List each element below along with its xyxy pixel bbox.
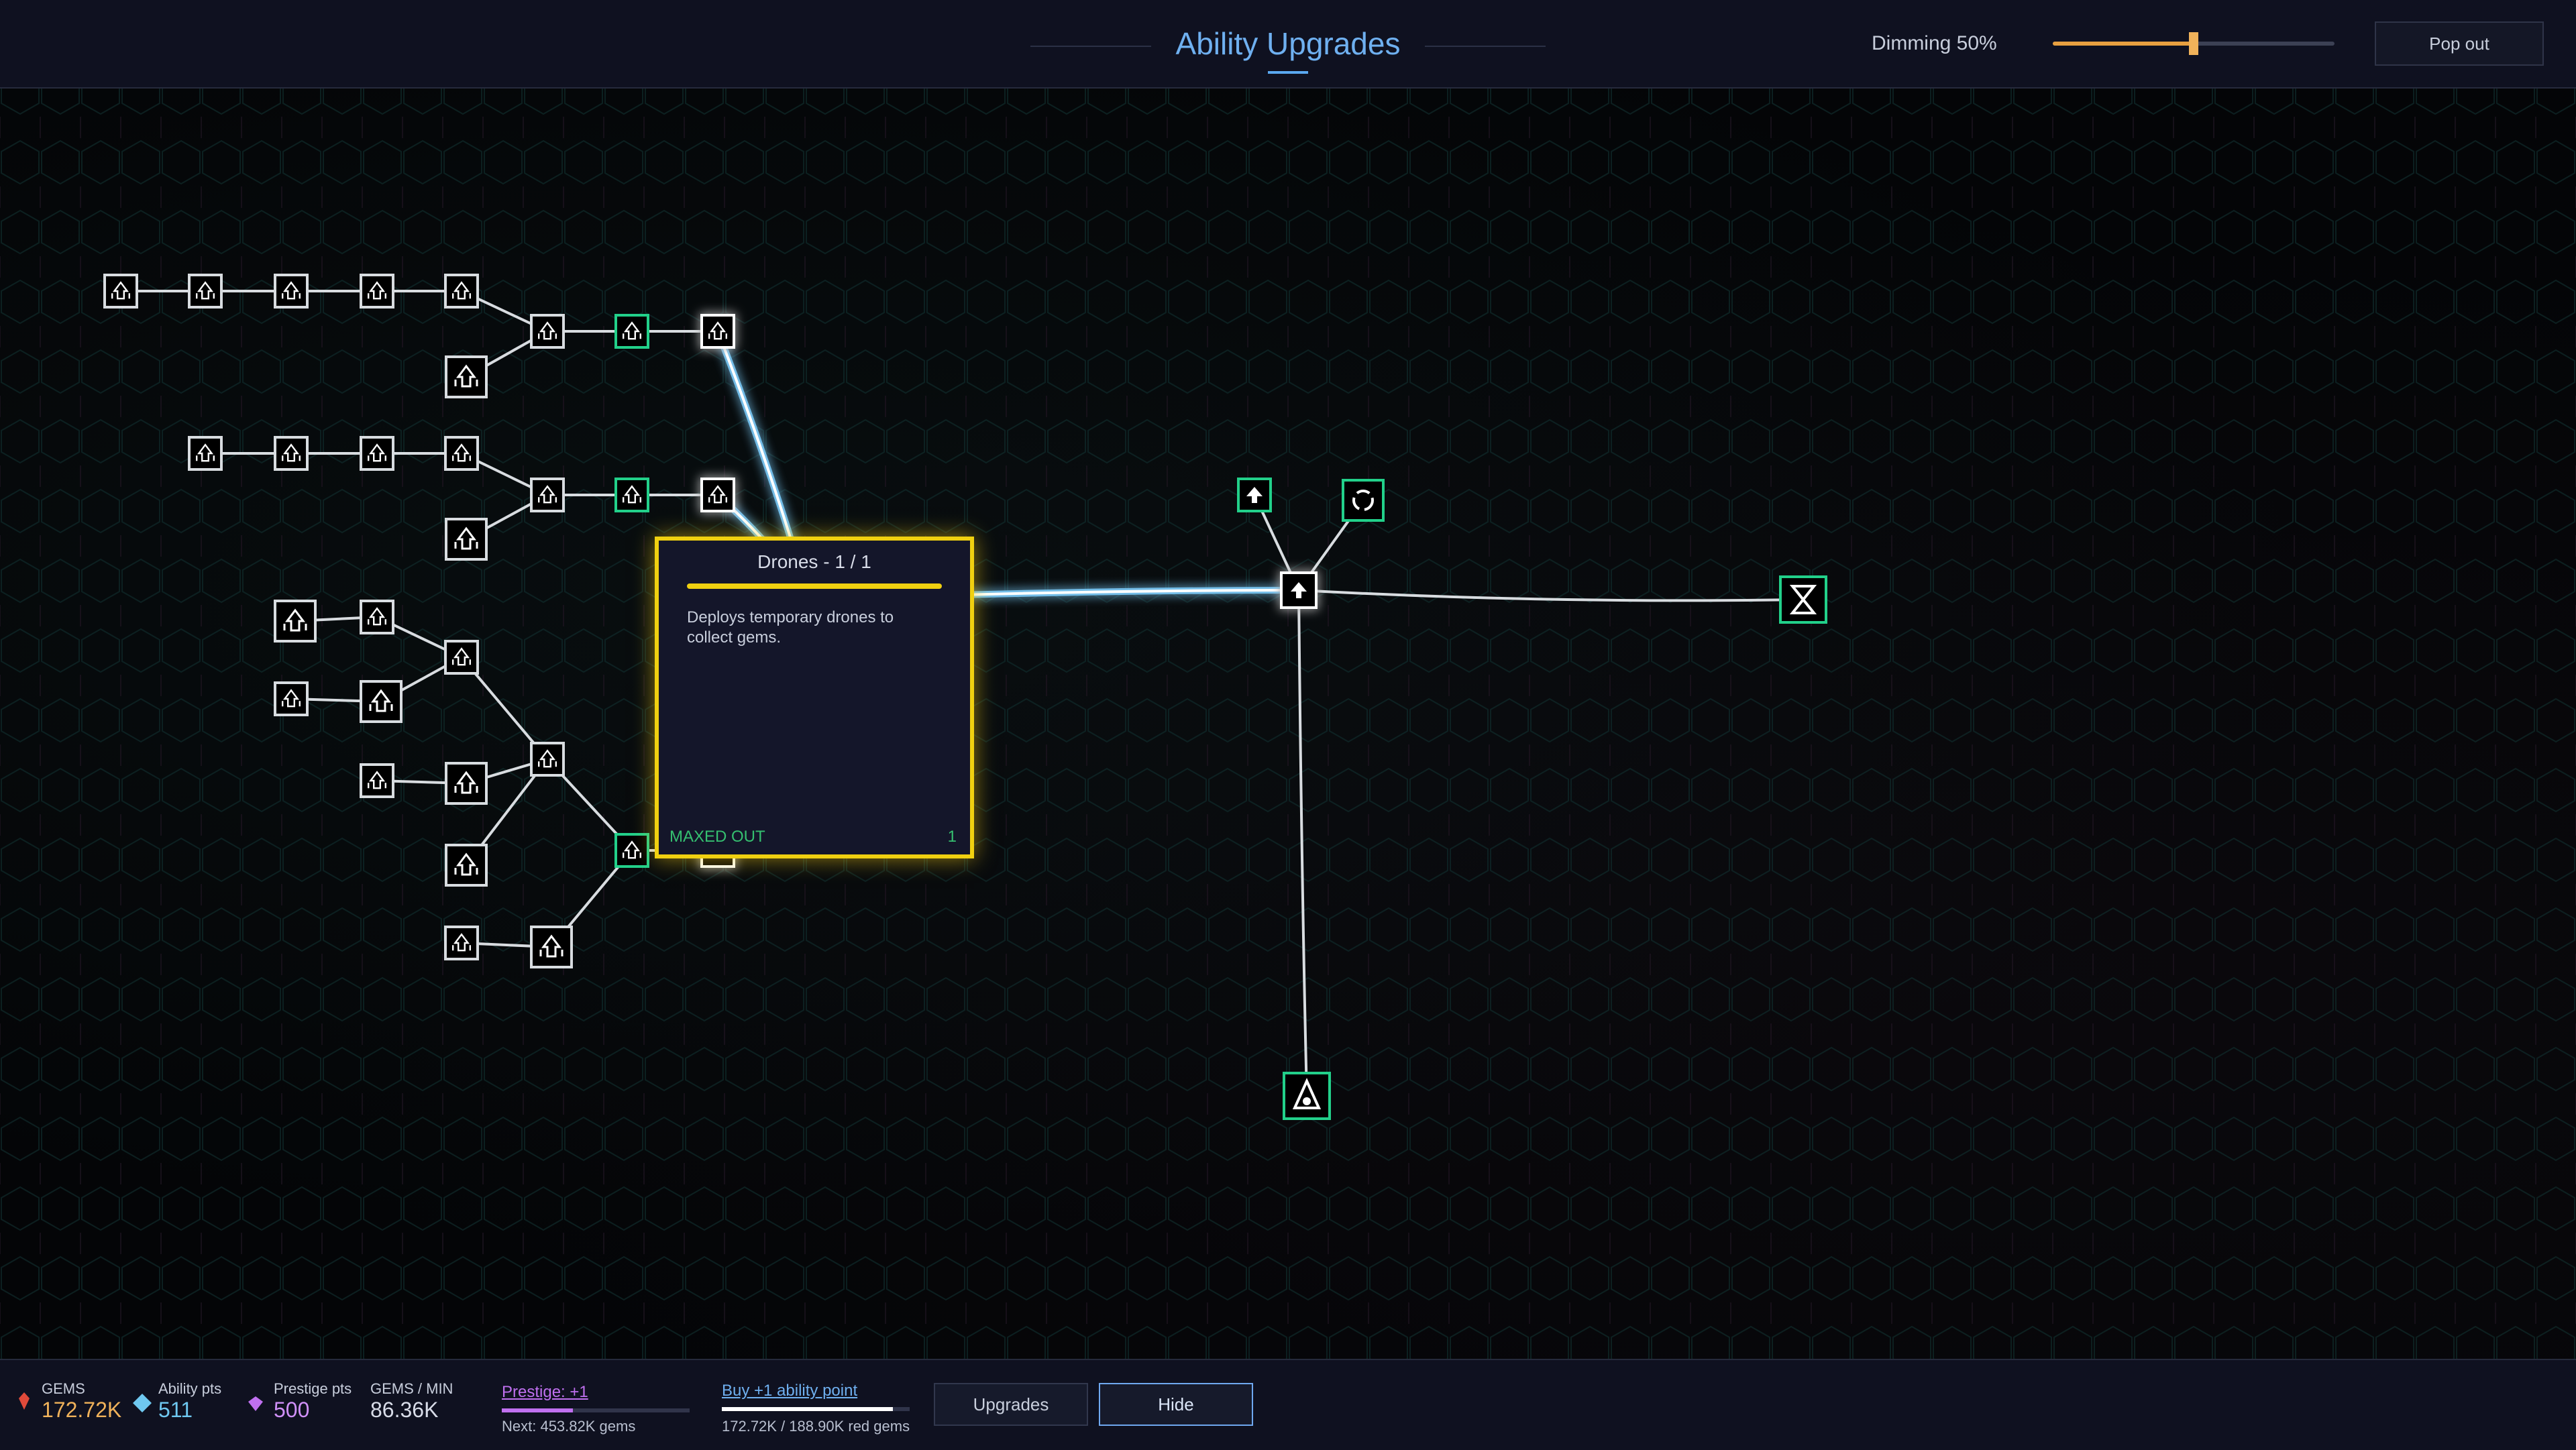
- skill-tree-graph: [0, 89, 2576, 1359]
- title-divider-right: [1425, 46, 1546, 47]
- skill-node-owned[interactable]: [614, 833, 649, 868]
- skill-tree-canvas[interactable]: Drones - 1 / 1 Deploys temporary drones …: [0, 89, 2576, 1359]
- slider-thumb[interactable]: [2189, 32, 2198, 55]
- gpm-value: 86.36K: [370, 1398, 439, 1422]
- ability-label: Ability pts: [158, 1380, 222, 1397]
- skill-node[interactable]: [274, 436, 309, 471]
- skill-node[interactable]: [188, 436, 223, 471]
- skill-node[interactable]: [444, 640, 479, 675]
- skill-node[interactable]: [274, 274, 309, 309]
- slider-fill: [2053, 42, 2194, 46]
- tooltip-title: Drones - 1 / 1: [757, 551, 871, 572]
- prestige-stat: Prestige pts 500: [274, 1380, 352, 1423]
- dimming-slider[interactable]: [2053, 32, 2334, 55]
- gems-stat: GEMS 172.72K: [42, 1380, 121, 1423]
- ability-gem-icon: [133, 1394, 152, 1412]
- skill-node-owned[interactable]: [1342, 479, 1385, 522]
- skill-node[interactable]: [530, 742, 565, 777]
- gems-label: GEMS: [42, 1380, 85, 1397]
- bottom-bar: GEMS 172.72K Ability pts 511 Prestige pt…: [0, 1359, 2576, 1450]
- skill-node-active[interactable]: [700, 478, 735, 512]
- gems-per-min-stat: GEMS / MIN 86.36K: [370, 1380, 453, 1423]
- skill-node[interactable]: [530, 926, 573, 968]
- gems-value: 172.72K: [42, 1398, 122, 1422]
- buy-detail: 172.72K / 188.90K red gems: [722, 1418, 910, 1435]
- red-gem-icon: [19, 1392, 30, 1410]
- prestige-next: Next: 453.82K gems: [502, 1418, 636, 1435]
- ability-stat: Ability pts 511: [158, 1380, 221, 1423]
- skill-node[interactable]: [360, 600, 394, 634]
- skill-node[interactable]: [360, 274, 394, 309]
- skill-node[interactable]: [103, 274, 138, 309]
- ability-value: 511: [158, 1398, 193, 1422]
- prestige-gem-icon: [248, 1396, 263, 1411]
- skill-node[interactable]: [530, 478, 565, 512]
- skill-node[interactable]: [444, 436, 479, 471]
- gpm-label: GEMS / MIN: [370, 1380, 453, 1397]
- dimming-label: Dimming 50%: [1872, 32, 1997, 54]
- buy-ability-progress[interactable]: Buy +1 ability point 172.72K / 188.90K r…: [722, 1382, 910, 1435]
- skill-node-active[interactable]: [700, 314, 735, 349]
- skill-node[interactable]: [530, 314, 565, 349]
- skill-node-owned[interactable]: [1237, 478, 1272, 512]
- skill-node[interactable]: [360, 436, 394, 471]
- skill-node[interactable]: [445, 844, 488, 887]
- tooltip-description: Deploys temporary drones to collect gems…: [687, 608, 894, 647]
- skill-node-owned[interactable]: [1779, 575, 1827, 624]
- skill-node[interactable]: [444, 926, 479, 960]
- prestige-fill: [502, 1408, 574, 1412]
- page-title: Ability Upgrades: [1175, 26, 1401, 61]
- pop-out-button[interactable]: Pop out: [2375, 21, 2544, 66]
- skill-node-owned[interactable]: [614, 478, 649, 512]
- tooltip-level: 1: [947, 828, 957, 846]
- skill-node-owned[interactable]: [1283, 1072, 1331, 1120]
- hub-node[interactable]: [1280, 571, 1318, 609]
- upgrades-button[interactable]: Upgrades: [934, 1383, 1088, 1426]
- skill-node[interactable]: [274, 681, 309, 716]
- ability-tooltip: Drones - 1 / 1 Deploys temporary drones …: [655, 537, 974, 858]
- hide-button[interactable]: Hide: [1099, 1383, 1253, 1426]
- skill-node[interactable]: [274, 600, 317, 643]
- buy-fill: [722, 1407, 893, 1411]
- skill-node[interactable]: [445, 355, 488, 398]
- prestige-value: 500: [274, 1398, 310, 1422]
- skill-node-owned[interactable]: [614, 314, 649, 349]
- skill-node[interactable]: [188, 274, 223, 309]
- skill-node[interactable]: [444, 274, 479, 309]
- title-area: Ability Upgrades: [1030, 0, 1546, 87]
- skill-node[interactable]: [360, 763, 394, 798]
- tooltip-progress-bar: [687, 583, 942, 589]
- title-divider-left: [1030, 46, 1151, 47]
- prestige-link[interactable]: Prestige: +1: [502, 1383, 690, 1402]
- skill-node[interactable]: [445, 762, 488, 805]
- tooltip-status: MAXED OUT: [669, 828, 765, 846]
- prestige-label: Prestige pts: [274, 1380, 352, 1397]
- skill-node[interactable]: [360, 680, 402, 723]
- header-bar: Ability Upgrades Dimming 50% Pop out: [0, 0, 2576, 89]
- buy-ability-link[interactable]: Buy +1 ability point: [722, 1382, 910, 1400]
- prestige-progress[interactable]: Prestige: +1 Next: 453.82K gems: [502, 1383, 690, 1435]
- title-underline: [1268, 71, 1308, 74]
- skill-node[interactable]: [445, 518, 488, 561]
